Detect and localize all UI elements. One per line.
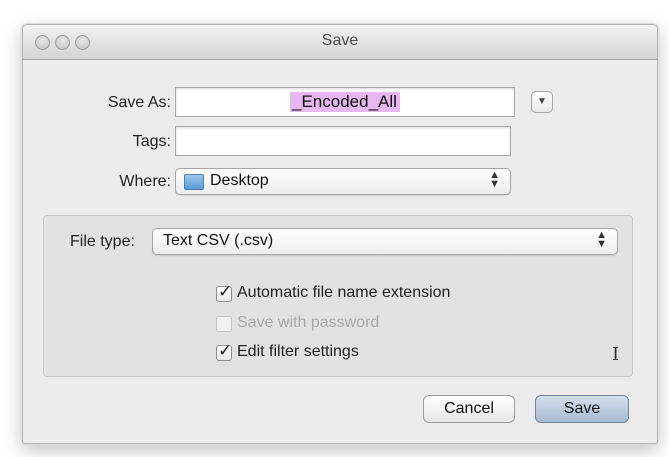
save-dialog: Save Save As: _Encoded_All ▼ Tags: Where…	[22, 24, 658, 444]
title-bar: Save	[23, 25, 657, 60]
where-popup[interactable]: Desktop ▲ ▼	[175, 168, 511, 195]
stepper-arrows-icon: ▲ ▼	[489, 169, 500, 190]
window-title: Save	[321, 32, 359, 49]
auto-extension-checkbox[interactable]: ✓	[216, 282, 232, 302]
where-value: Desktop	[210, 172, 269, 189]
stepper-arrows-icon: ▲ ▼	[596, 229, 607, 250]
edit-filter-settings-checkbox[interactable]: ✓	[216, 341, 232, 361]
tags-field[interactable]	[175, 126, 511, 156]
tags-label: Tags:	[132, 133, 171, 150]
file-type-popup[interactable]: Text CSV (.csv) ▲ ▼	[152, 228, 618, 255]
auto-extension-label[interactable]: Automatic file name extension	[237, 284, 450, 302]
checkmark-icon: ✓	[218, 282, 233, 301]
chevron-down-icon: ▼	[537, 96, 547, 107]
save-with-password-label: Save with password	[237, 314, 380, 331]
file-type-value: Text CSV (.csv)	[163, 232, 274, 249]
edit-filter-settings-label[interactable]: Edit filter settings	[237, 343, 359, 361]
save-as-field[interactable]: _Encoded_All	[175, 87, 515, 117]
expand-dialog-button[interactable]: ▼	[531, 91, 553, 113]
save-as-label: Save As:	[107, 94, 171, 111]
options-panel: File type: Text CSV (.csv) ▲ ▼ ✓ Automati…	[43, 215, 633, 377]
save-button[interactable]: Save	[535, 395, 629, 423]
file-type-label: File type:	[70, 233, 135, 250]
save-as-value: _Encoded_All	[290, 92, 400, 112]
save-with-password-checkbox	[216, 316, 232, 332]
checkmark-icon: ✓	[218, 341, 233, 360]
folder-icon	[184, 174, 204, 190]
where-label: Where:	[119, 173, 171, 190]
cancel-button[interactable]: Cancel	[423, 395, 515, 423]
text-cursor-icon: I	[612, 344, 620, 365]
